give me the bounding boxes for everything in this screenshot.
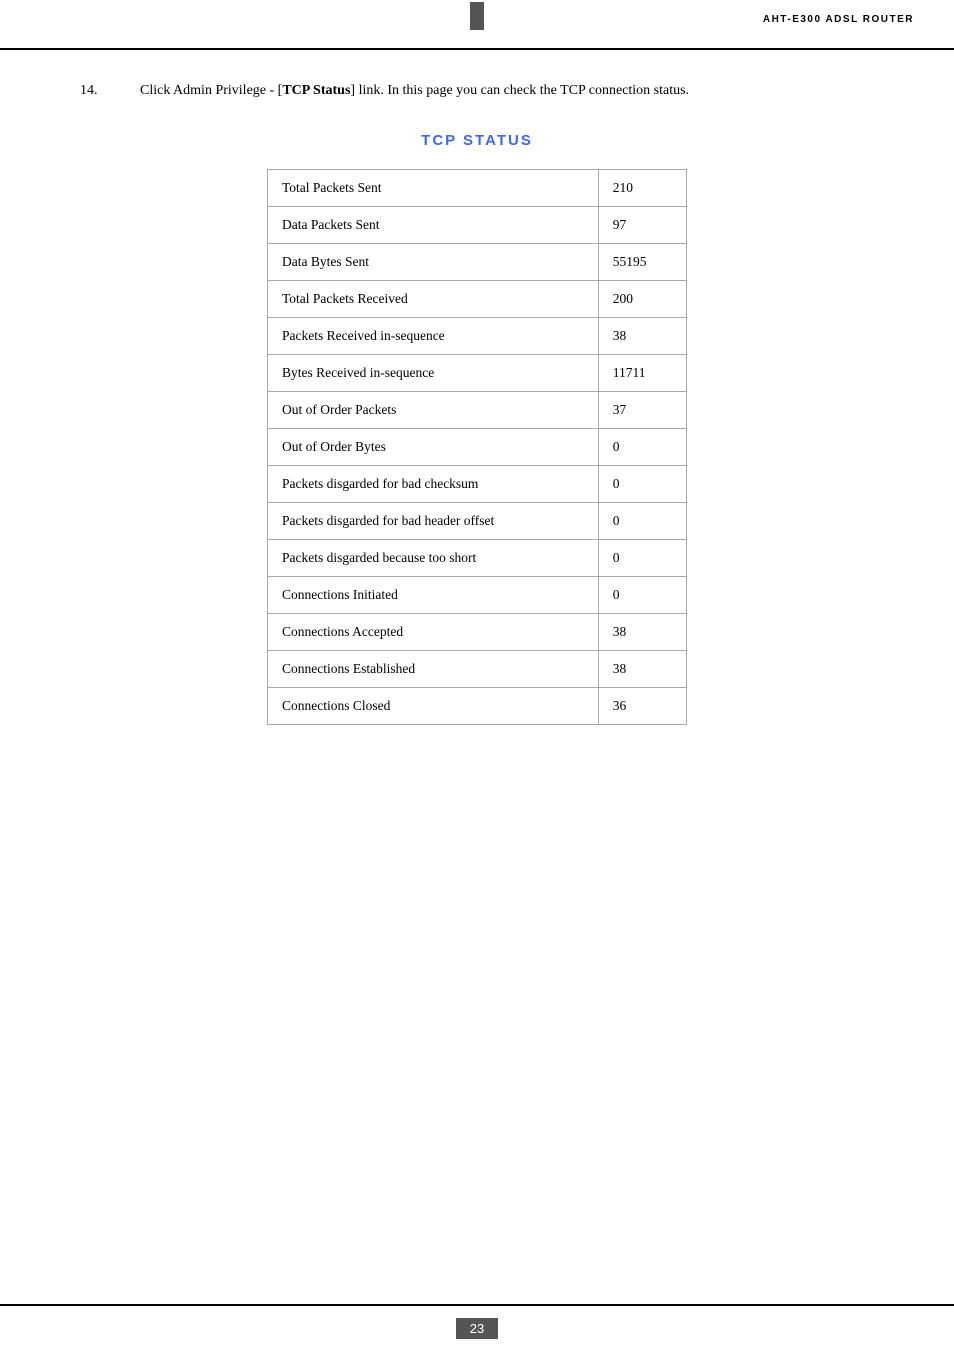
- page-number: 23: [456, 1318, 498, 1339]
- row-value: 0: [598, 503, 686, 540]
- row-label: Total Packets Sent: [268, 170, 599, 207]
- table-row: Bytes Received in-sequence11711: [268, 355, 687, 392]
- row-label: Packets disgarded for bad checksum: [268, 466, 599, 503]
- table-row: Packets Received in-sequence38: [268, 318, 687, 355]
- row-value: 97: [598, 207, 686, 244]
- row-label: Bytes Received in-sequence: [268, 355, 599, 392]
- page-footer: 23: [0, 1304, 954, 1351]
- table-row: Packets disgarded for bad checksum0: [268, 466, 687, 503]
- header-decoration: [470, 2, 484, 30]
- row-label: Out of Order Bytes: [268, 429, 599, 466]
- row-value: 200: [598, 281, 686, 318]
- tcp-status-link[interactable]: TCP Status: [282, 83, 350, 98]
- row-value: 38: [598, 318, 686, 355]
- tcp-status-table: Total Packets Sent210Data Packets Sent97…: [267, 169, 687, 725]
- table-row: Connections Established38: [268, 651, 687, 688]
- table-row: Connections Closed36: [268, 688, 687, 725]
- table-row: Data Packets Sent97: [268, 207, 687, 244]
- table-row: Connections Initiated0: [268, 577, 687, 614]
- row-label: Connections Accepted: [268, 614, 599, 651]
- page-content: 14. Click Admin Privilege - [TCP Status]…: [0, 50, 954, 825]
- row-value: 37: [598, 392, 686, 429]
- row-label: Data Bytes Sent: [268, 244, 599, 281]
- table-row: Packets disgarded for bad header offset0: [268, 503, 687, 540]
- row-label: Data Packets Sent: [268, 207, 599, 244]
- row-value: 0: [598, 540, 686, 577]
- table-row: Packets disgarded because too short0: [268, 540, 687, 577]
- row-label: Packets disgarded because too short: [268, 540, 599, 577]
- tcp-table-wrapper: Total Packets Sent210Data Packets Sent97…: [80, 169, 874, 725]
- row-label: Packets disgarded for bad header offset: [268, 503, 599, 540]
- row-value: 0: [598, 429, 686, 466]
- row-value: 38: [598, 614, 686, 651]
- row-value: 0: [598, 577, 686, 614]
- row-value: 210: [598, 170, 686, 207]
- page-header: AHT-E300 ADSL ROUTER: [0, 0, 954, 50]
- row-value: 11711: [598, 355, 686, 392]
- page: AHT-E300 ADSL ROUTER 14. Click Admin Pri…: [0, 0, 954, 1351]
- table-row: Out of Order Packets37: [268, 392, 687, 429]
- row-value: 55195: [598, 244, 686, 281]
- row-label: Connections Established: [268, 651, 599, 688]
- row-value: 38: [598, 651, 686, 688]
- instruction-text: Click Admin Privilege - [TCP Status] lin…: [140, 80, 874, 102]
- instruction-block: 14. Click Admin Privilege - [TCP Status]…: [80, 80, 874, 102]
- row-value: 36: [598, 688, 686, 725]
- table-row: Out of Order Bytes0: [268, 429, 687, 466]
- row-label: Packets Received in-sequence: [268, 318, 599, 355]
- row-label: Connections Closed: [268, 688, 599, 725]
- table-row: Connections Accepted38: [268, 614, 687, 651]
- table-row: Total Packets Received200: [268, 281, 687, 318]
- row-label: Connections Initiated: [268, 577, 599, 614]
- row-label: Total Packets Received: [268, 281, 599, 318]
- table-row: Data Bytes Sent55195: [268, 244, 687, 281]
- section-title: TCP STATUS: [80, 132, 874, 149]
- header-logo: AHT-E300 ADSL ROUTER: [763, 14, 914, 25]
- row-value: 0: [598, 466, 686, 503]
- step-number: 14.: [80, 80, 110, 102]
- table-row: Total Packets Sent210: [268, 170, 687, 207]
- row-label: Out of Order Packets: [268, 392, 599, 429]
